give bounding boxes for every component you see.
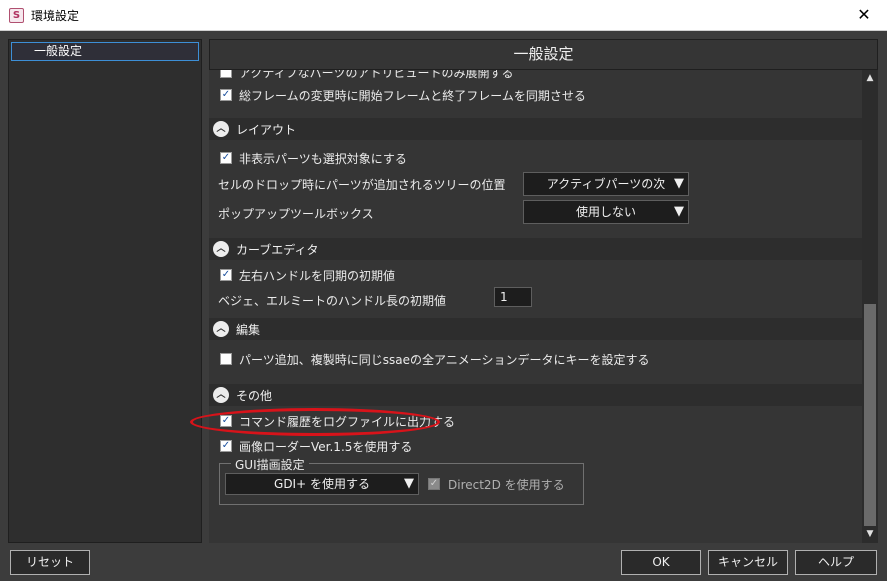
section-title-curve-editor: カーブエディタ bbox=[236, 243, 319, 257]
section-header-edit[interactable]: ︿ 編集 bbox=[209, 318, 862, 340]
collapse-icon[interactable]: ︿ bbox=[213, 387, 229, 403]
checkbox-hidden-parts-selectable[interactable]: ✓ bbox=[220, 152, 232, 164]
checkbox-image-loader[interactable]: ✓ bbox=[220, 440, 232, 452]
label-set-keys-all-anim: パーツ追加、複製時に同じssaeの全アニメーションデータにキーを設定する bbox=[239, 353, 650, 367]
gui-render-value: GDI+ を使用する bbox=[274, 477, 370, 491]
checkbox-direct2d[interactable]: ✓ bbox=[428, 478, 440, 490]
checkbox-sync-frames[interactable]: ✓ bbox=[220, 89, 232, 101]
checkbox-sync-handles[interactable]: ✓ bbox=[220, 269, 232, 281]
scroll-up-icon[interactable]: ▲ bbox=[862, 70, 878, 86]
window-title: 環境設定 bbox=[31, 9, 80, 23]
label-drop-position: セルのドロップ時にパーツが追加されるツリーの位置 bbox=[218, 178, 506, 192]
section-header-other[interactable]: ︿ その他 bbox=[209, 384, 862, 406]
label-command-log: コマンド履歴をログファイルに出力する bbox=[239, 415, 456, 429]
help-button[interactable]: ヘルプ bbox=[795, 550, 877, 575]
reset-button[interactable]: リセット bbox=[10, 550, 90, 575]
app-icon: S bbox=[9, 8, 24, 23]
drop-position-value: アクティブパーツの次 bbox=[546, 177, 666, 191]
popup-toolbox-value: 使用しない bbox=[575, 205, 636, 219]
chevron-down-icon: ▼ bbox=[674, 176, 684, 191]
page-title: 一般設定 bbox=[209, 39, 878, 70]
label-handle-length: ベジェ、エルミートのハンドル長の初期値 bbox=[218, 294, 447, 308]
title-bar: S 環境設定 ✕ bbox=[0, 0, 887, 31]
label-direct2d: Direct2D を使用する bbox=[448, 478, 565, 492]
collapse-icon[interactable]: ︿ bbox=[213, 241, 229, 257]
tree-item-general[interactable]: 一般設定 bbox=[11, 42, 199, 61]
settings-content: アクティブなパーツのアトリビュートのみ展開する ✓ 総フレームの変更時に開始フレ… bbox=[209, 70, 862, 543]
collapse-icon[interactable]: ︿ bbox=[213, 121, 229, 137]
close-icon[interactable]: ✕ bbox=[841, 0, 887, 31]
label-sync-handles: 左右ハンドルを同期の初期値 bbox=[239, 269, 396, 283]
label-popup-toolbox: ポップアップツールボックス bbox=[218, 207, 374, 221]
cancel-button[interactable]: キャンセル bbox=[708, 550, 788, 575]
handle-length-field[interactable]: 1 bbox=[494, 287, 532, 307]
section-title-edit: 編集 bbox=[236, 323, 261, 337]
chevron-down-icon: ▼ bbox=[674, 204, 684, 219]
section-title-layout: レイアウト bbox=[236, 123, 297, 137]
scrollbar-thumb[interactable] bbox=[864, 304, 876, 526]
settings-tree: 一般設定 bbox=[8, 39, 202, 543]
ok-button[interactable]: OK bbox=[621, 550, 701, 575]
gui-render-groupbox: GUI描画設定 GDI+ を使用する ▼ ✓ Direct2D を使用する bbox=[219, 456, 584, 505]
popup-toolbox-select[interactable]: 使用しない ▼ bbox=[523, 200, 689, 224]
checkbox-command-log[interactable]: ✓ bbox=[220, 415, 232, 427]
label-sync-frames: 総フレームの変更時に開始フレームと終了フレームを同期させる bbox=[239, 89, 586, 103]
label-image-loader: 画像ローダーVer.1.5を使用する bbox=[239, 440, 413, 454]
label-active-parts-attr: アクティブなパーツのアトリビュートのみ展開する bbox=[239, 70, 514, 80]
chevron-down-icon: ▼ bbox=[404, 476, 414, 491]
gui-render-group-title: GUI描画設定 bbox=[231, 456, 309, 473]
scroll-down-icon[interactable]: ▼ bbox=[862, 526, 878, 542]
collapse-icon[interactable]: ︿ bbox=[213, 321, 229, 337]
checkbox-active-parts-attr[interactable] bbox=[220, 70, 232, 78]
section-title-other: その他 bbox=[236, 389, 273, 403]
checkbox-set-keys-all-anim[interactable] bbox=[220, 353, 232, 365]
section-header-curve-editor[interactable]: ︿ カーブエディタ bbox=[209, 238, 862, 260]
content-scrollbar[interactable]: ▲ ▼ bbox=[862, 70, 878, 543]
drop-position-select[interactable]: アクティブパーツの次 ▼ bbox=[523, 172, 689, 196]
gui-render-select[interactable]: GDI+ を使用する ▼ bbox=[225, 473, 419, 495]
section-header-layout[interactable]: ︿ レイアウト bbox=[209, 118, 862, 140]
label-hidden-parts-selectable: 非表示パーツも選択対象にする bbox=[239, 152, 407, 166]
